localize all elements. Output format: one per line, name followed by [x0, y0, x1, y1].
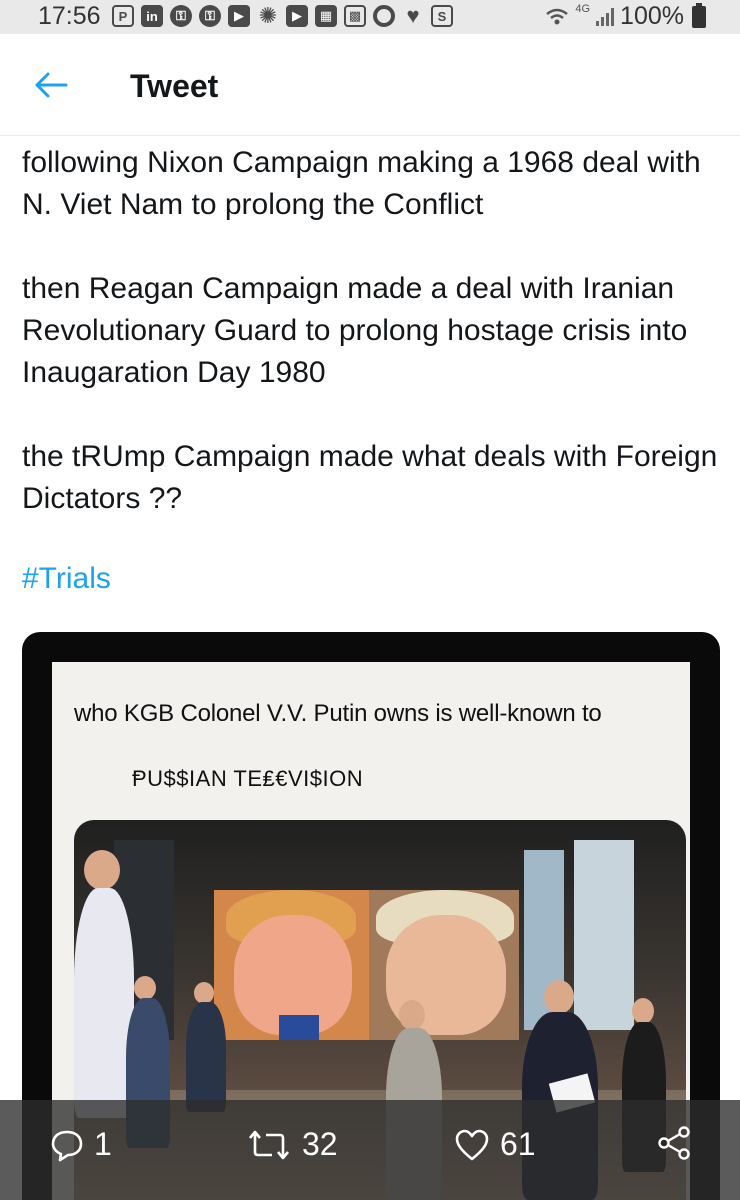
shield-icon: S: [431, 5, 453, 27]
like-count: 61: [500, 1126, 536, 1162]
reply-icon: [51, 1130, 83, 1161]
image-caption-line-1: who KGB Colonel V.V. Putin owns is well-…: [74, 700, 602, 727]
battery-level: 100%: [620, 2, 684, 30]
retweet-icon: [249, 1130, 289, 1159]
tweet-text: following Nixon Campaign making a 1968 d…: [22, 142, 722, 562]
linkedin-icon: in: [141, 5, 163, 27]
tweet-action-bar: 1 32 61: [0, 1100, 740, 1200]
share-icon: [658, 1126, 690, 1160]
hashtag-link[interactable]: #Trials: [22, 558, 111, 600]
tweet-paragraph: following Nixon Campaign making a 1968 d…: [22, 146, 701, 221]
status-bar: 17:56 P in ⚿ ⚿ ▶ ✺ ▶ ▦ ▩ ♥ S 4G 100%: [0, 0, 740, 34]
gallery-icon: ▦: [315, 5, 337, 27]
lock-icon: ⚿: [199, 5, 221, 27]
circle-icon: [373, 5, 395, 27]
reply-button[interactable]: 1: [50, 1126, 112, 1163]
status-time: 17:56: [38, 2, 101, 30]
payment-icon: P: [112, 5, 134, 27]
network-type: 4G: [575, 2, 591, 15]
like-button[interactable]: 61: [454, 1126, 536, 1163]
signal-icon: [596, 7, 615, 26]
heart-icon: ♥: [406, 3, 420, 28]
notification-icons: P in ⚿ ⚿ ▶ ✺ ▶ ▦ ▩ ♥ S: [112, 3, 453, 28]
image-caption-line-2: ⱣU$$IAN TE₤€VI$ION: [132, 766, 364, 791]
top-app-bar: Tweet: [0, 34, 740, 136]
tweet-paragraph: the tRUmp Campaign made what deals with …: [22, 440, 718, 515]
heart-icon: [455, 1129, 489, 1160]
lock-icon: ⚿: [170, 5, 192, 27]
wifi-icon: [546, 8, 569, 24]
qr-icon: ▩: [344, 5, 366, 27]
tweet-paragraph: then Reagan Campaign made a deal with Ir…: [22, 272, 688, 389]
video-icon: ▶: [286, 5, 308, 27]
sun-icon: ✺: [258, 3, 278, 28]
youtube-icon: ▶: [228, 5, 250, 27]
reply-count: 1: [94, 1126, 112, 1162]
back-arrow-icon[interactable]: [34, 72, 68, 98]
retweet-button[interactable]: 32: [246, 1126, 338, 1163]
battery-icon: [692, 2, 706, 28]
share-button[interactable]: [656, 1126, 692, 1160]
page-title: Tweet: [130, 68, 219, 104]
status-right: 4G 100%: [545, 2, 706, 31]
retweet-count: 32: [302, 1126, 338, 1162]
